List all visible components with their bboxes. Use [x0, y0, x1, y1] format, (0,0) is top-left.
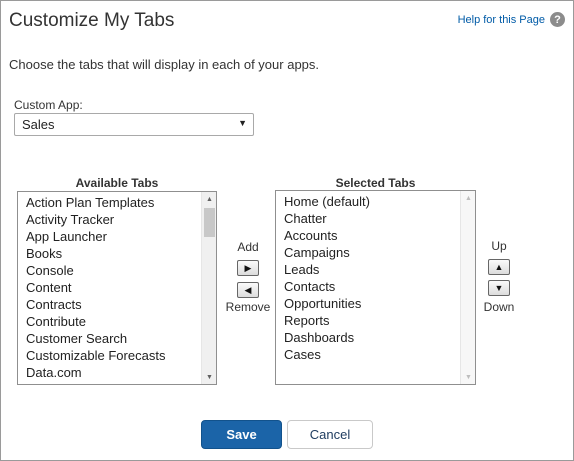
- available-tab-item[interactable]: App Launcher: [26, 228, 165, 245]
- available-tab-item[interactable]: Customer Search: [26, 330, 165, 347]
- scroll-down-icon[interactable]: ▼: [202, 370, 216, 384]
- available-tab-item[interactable]: Data.com: [26, 364, 165, 381]
- available-tab-item[interactable]: Activity Tracker: [26, 211, 165, 228]
- move-down-button[interactable]: ▼: [488, 280, 510, 296]
- down-label: Down: [483, 300, 515, 314]
- dropdown-arrow-icon: ▼: [238, 118, 247, 128]
- arrow-right-icon: ▶: [244, 262, 252, 273]
- intro-text: Choose the tabs that will display in eac…: [9, 57, 320, 72]
- arrow-down-icon: ▼: [494, 283, 504, 293]
- available-tabs-list[interactable]: Action Plan Templates Activity Tracker A…: [17, 191, 217, 385]
- available-tab-item[interactable]: Books: [26, 245, 165, 262]
- selected-tab-item[interactable]: Reports: [284, 312, 370, 329]
- available-tab-item[interactable]: Contracts: [26, 296, 165, 313]
- scroll-up-icon[interactable]: ▲: [202, 192, 216, 206]
- selected-tab-item[interactable]: Opportunities: [284, 295, 370, 312]
- available-tab-item[interactable]: Console: [26, 262, 165, 279]
- selected-tabs-list[interactable]: Home (default) Chatter Accounts Campaign…: [275, 190, 476, 385]
- help-link[interactable]: Help for this Page ?: [458, 12, 565, 27]
- add-button[interactable]: ▶: [237, 260, 259, 276]
- page-title: Customize My Tabs: [9, 10, 175, 31]
- help-link-label[interactable]: Help for this Page: [458, 14, 545, 26]
- save-button[interactable]: Save: [201, 420, 282, 449]
- scroll-up-icon[interactable]: ▲: [461, 191, 475, 205]
- up-label: Up: [491, 239, 507, 253]
- scroll-thumb[interactable]: [204, 208, 215, 237]
- selected-tab-item[interactable]: Accounts: [284, 227, 370, 244]
- selected-tab-item[interactable]: Contacts: [284, 278, 370, 295]
- help-icon[interactable]: ?: [550, 12, 565, 27]
- cancel-button[interactable]: Cancel: [287, 420, 373, 449]
- selected-tabs-scrollbar[interactable]: ▲ ▼: [460, 191, 475, 384]
- arrow-left-icon: ◀: [244, 284, 252, 295]
- page-frame: Customize My Tabs Help for this Page ? C…: [0, 0, 574, 461]
- add-label: Add: [237, 240, 259, 254]
- selected-tabs-items: Home (default) Chatter Accounts Campaign…: [276, 191, 370, 363]
- selected-tab-item[interactable]: Dashboards: [284, 329, 370, 346]
- selected-tab-item[interactable]: Chatter: [284, 210, 370, 227]
- available-tabs-scrollbar[interactable]: ▲ ▼: [201, 192, 216, 384]
- available-tabs-header: Available Tabs: [75, 176, 159, 190]
- available-tab-item[interactable]: Contribute: [26, 313, 165, 330]
- arrow-up-icon: ▲: [494, 262, 504, 272]
- remove-button[interactable]: ◀: [237, 282, 259, 298]
- custom-app-value: Sales: [22, 117, 55, 132]
- selected-tab-item[interactable]: Cases: [284, 346, 370, 363]
- scroll-down-icon[interactable]: ▼: [461, 370, 475, 384]
- selected-tab-item[interactable]: Campaigns: [284, 244, 370, 261]
- move-up-button[interactable]: ▲: [488, 259, 510, 275]
- available-tabs-items: Action Plan Templates Activity Tracker A…: [18, 192, 165, 381]
- selected-tab-item[interactable]: Leads: [284, 261, 370, 278]
- selected-tab-item[interactable]: Home (default): [284, 193, 370, 210]
- available-tab-item[interactable]: Action Plan Templates: [26, 194, 165, 211]
- custom-app-select[interactable]: Sales ▼: [14, 113, 254, 136]
- selected-tabs-header: Selected Tabs: [335, 176, 416, 190]
- remove-label: Remove: [225, 300, 271, 314]
- custom-app-label: Custom App:: [14, 98, 83, 112]
- available-tab-item[interactable]: Content: [26, 279, 165, 296]
- available-tab-item[interactable]: Customizable Forecasts: [26, 347, 165, 364]
